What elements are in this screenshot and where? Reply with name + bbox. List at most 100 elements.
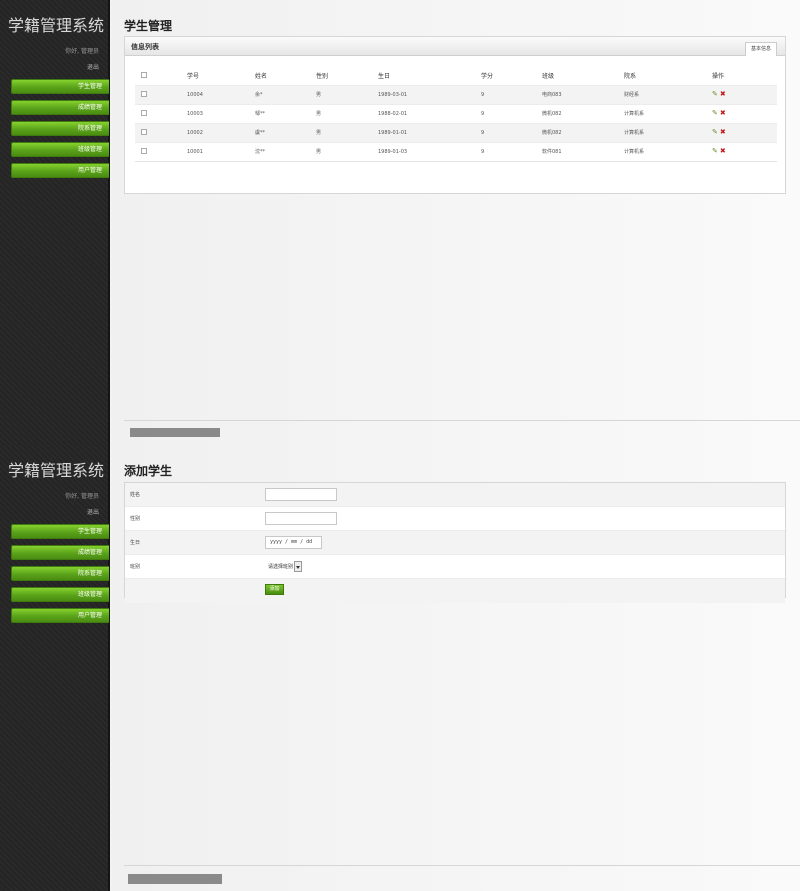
greeting-text: 你好, 管理员 <box>65 48 99 55</box>
horizontal-scrollbar[interactable] <box>128 874 222 884</box>
form-row-sex: 性别 <box>125 507 785 531</box>
tab-basic-info[interactable]: 基本信息 <box>744 42 777 56</box>
row-checkbox[interactable] <box>141 90 147 97</box>
cell-credit: 9 <box>481 103 542 123</box>
cell-credit: 9 <box>481 84 542 104</box>
name-input[interactable] <box>265 488 337 501</box>
cell-actions: ✎ ✖ <box>712 103 777 123</box>
form-row-submit: 添加 <box>125 579 785 603</box>
row-checkbox[interactable] <box>141 128 147 135</box>
cell-department: 计算机系 <box>624 141 712 162</box>
cell-actions: ✎ ✖ <box>712 141 777 162</box>
greeting-text: 你好, 管理员 <box>65 493 99 500</box>
row-select-cell <box>135 103 187 123</box>
cell-student-id: 10004 <box>187 84 255 104</box>
add-student-pane: 学籍管理系统 你好, 管理员 退出 学生管理 成绩管理 院系管理 班级管理 用户… <box>0 445 800 891</box>
cell-student-id: 10001 <box>187 141 255 162</box>
cell-birthday: 1989-01-01 <box>378 122 481 142</box>
name-label: 姓名 <box>130 492 141 498</box>
table-row: 10004 余* 男 1989-03-01 9 电商083 财经系 ✎ ✖ <box>135 84 777 104</box>
cell-sex: 男 <box>316 84 378 104</box>
footer-divider <box>124 420 800 421</box>
row-checkbox[interactable] <box>141 109 147 116</box>
footer-divider <box>124 865 800 866</box>
cell-name: 沈** <box>255 141 316 162</box>
col-header-name: 姓名 <box>255 73 268 81</box>
form-row-birthday: 生日 yyyy / mm / dd <box>125 531 785 555</box>
sidebar-item-department[interactable]: 院系管理 <box>11 121 109 136</box>
col-header-class: 班级 <box>542 73 555 81</box>
sidebar-item-class[interactable]: 班级管理 <box>11 587 109 602</box>
table-row: 10001 沈** 男 1989-01-03 9 软件081 计算机系 ✎ ✖ <box>135 141 777 162</box>
logout-link[interactable]: 退出 <box>87 62 99 71</box>
x-icon[interactable]: ✖ <box>720 148 726 155</box>
cell-department: 财经系 <box>624 84 712 104</box>
sex-label: 性别 <box>130 516 141 522</box>
student-table: 学号 姓名 性别 生日 学分 班级 院系 操作 10004 余* 男 1989-… <box>135 67 777 162</box>
cell-department: 计算机系 <box>624 122 712 142</box>
system-title: 学籍管理系统 <box>8 461 105 480</box>
sidebar-item-department[interactable]: 院系管理 <box>11 566 109 581</box>
col-header-credit: 学分 <box>481 73 494 81</box>
page-title: 添加学生 <box>124 464 173 478</box>
select-all-checkbox[interactable] <box>141 71 147 78</box>
sidebar-item-score[interactable]: 成绩管理 <box>11 545 109 560</box>
sidebar-item-score[interactable]: 成绩管理 <box>11 100 109 115</box>
cell-birthday: 1989-01-03 <box>378 141 481 162</box>
sidebar-item-user[interactable]: 用户管理 <box>11 608 109 623</box>
sidebar-item-class[interactable]: 班级管理 <box>11 142 109 157</box>
pencil-icon[interactable]: ✎ <box>712 129 718 136</box>
table-row: 10003 邹** 男 1988-02-01 9 微机082 计算机系 ✎ ✖ <box>135 103 777 123</box>
logout-link[interactable]: 退出 <box>87 507 99 516</box>
row-select-cell <box>135 141 187 162</box>
x-icon[interactable]: ✖ <box>720 110 726 117</box>
main-content: 添加学生 姓名 性别 生日 yyyy / mm / dd 班别 请选择班别 添加 <box>112 445 800 891</box>
sidebar-item-student[interactable]: 学生管理 <box>11 524 109 539</box>
page-title: 学生管理 <box>124 19 173 33</box>
table-header-row: 学号 姓名 性别 生日 学分 班级 院系 操作 <box>135 67 777 85</box>
select-all-cell <box>135 67 187 85</box>
cell-name: 邹** <box>255 103 316 123</box>
x-icon[interactable]: ✖ <box>720 91 726 98</box>
main-content: 学生管理 信息列表 基本信息 学号 姓名 性别 生日 学分 班级 院系 操作 1… <box>112 0 800 445</box>
cell-actions: ✎ ✖ <box>712 122 777 142</box>
class-label: 班别 <box>130 564 141 570</box>
cell-name: 虞** <box>255 122 316 142</box>
class-select[interactable]: 请选择班别 <box>265 560 303 574</box>
cell-student-id: 10003 <box>187 103 255 123</box>
cell-name: 余* <box>255 84 316 104</box>
cell-class: 软件081 <box>542 141 624 162</box>
box-title: 信息列表 <box>131 43 159 51</box>
class-select-value: 请选择班别 <box>268 564 294 570</box>
cell-student-id: 10002 <box>187 122 255 142</box>
cell-sex: 男 <box>316 103 378 123</box>
sidebar: 学籍管理系统 你好, 管理员 退出 学生管理 成绩管理 院系管理 班级管理 用户… <box>0 445 110 891</box>
add-student-form: 姓名 性别 生日 yyyy / mm / dd 班别 请选择班别 添加 <box>124 482 786 603</box>
row-select-cell <box>135 84 187 104</box>
col-header-birthday: 生日 <box>378 73 391 81</box>
x-icon[interactable]: ✖ <box>720 129 726 136</box>
cell-class: 微机082 <box>542 122 624 142</box>
sidebar-item-student[interactable]: 学生管理 <box>11 79 109 94</box>
col-header-department: 院系 <box>624 73 637 81</box>
row-checkbox[interactable] <box>141 147 147 154</box>
birthday-input[interactable]: yyyy / mm / dd <box>265 536 322 549</box>
col-header-actions: 操作 <box>712 73 725 81</box>
row-select-cell <box>135 122 187 142</box>
add-button[interactable]: 添加 <box>265 584 284 595</box>
cell-credit: 9 <box>481 141 542 162</box>
sidebar-nav: 学生管理 成绩管理 院系管理 班级管理 用户管理 <box>11 524 109 629</box>
pencil-icon[interactable]: ✎ <box>712 110 718 117</box>
cell-sex: 男 <box>316 122 378 142</box>
sidebar-nav: 学生管理 成绩管理 院系管理 班级管理 用户管理 <box>11 79 109 184</box>
chevron-down-icon[interactable] <box>294 561 303 572</box>
cell-department: 计算机系 <box>624 103 712 123</box>
pencil-icon[interactable]: ✎ <box>712 91 718 98</box>
sidebar-item-user[interactable]: 用户管理 <box>11 163 109 178</box>
cell-birthday: 1988-02-01 <box>378 103 481 123</box>
system-title: 学籍管理系统 <box>8 16 105 35</box>
horizontal-scrollbar[interactable] <box>130 428 220 437</box>
sex-input[interactable] <box>265 512 337 525</box>
pencil-icon[interactable]: ✎ <box>712 148 718 155</box>
birthday-label: 生日 <box>130 540 141 546</box>
